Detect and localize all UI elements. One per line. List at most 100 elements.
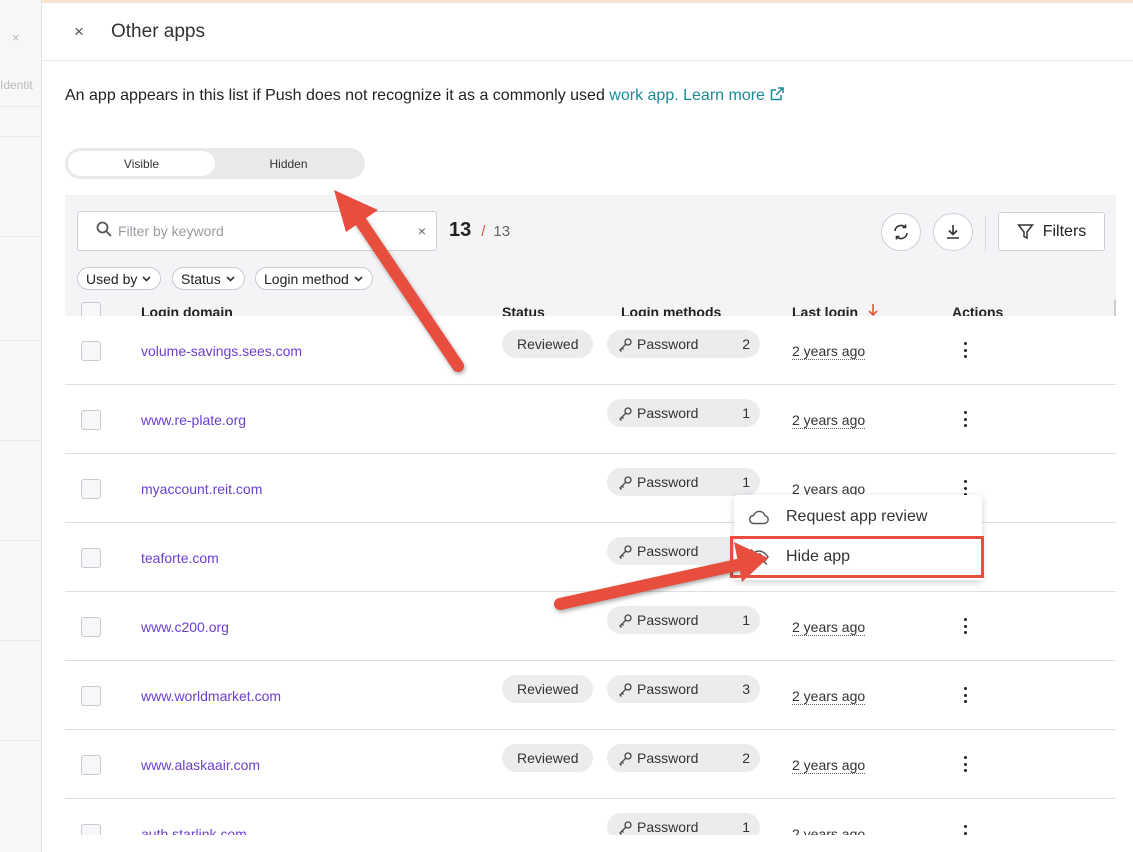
last-login-value: 2 years ago (792, 343, 866, 360)
row-checkbox[interactable] (81, 824, 101, 835)
method-count: 1 (742, 612, 750, 628)
search-box: × (77, 211, 437, 251)
background-divider (0, 440, 41, 441)
download-button[interactable] (933, 213, 973, 251)
last-login-value: 2 years ago (792, 688, 866, 705)
search-input[interactable] (118, 223, 418, 239)
row-checkbox[interactable] (81, 686, 101, 706)
count-total: 13 (493, 223, 511, 240)
login-method-pill: Password 1 (607, 399, 760, 427)
chevron-down-icon (142, 276, 151, 282)
key-icon (619, 820, 632, 835)
filter-icon (1016, 224, 1034, 240)
tab-hidden[interactable]: Hidden (215, 151, 362, 176)
method-count: 1 (742, 819, 750, 835)
more-actions-icon[interactable] (962, 480, 968, 496)
more-actions-icon[interactable] (962, 411, 968, 427)
method-count: 2 (742, 336, 750, 352)
background-divider (0, 740, 41, 741)
work-app-link[interactable]: work app. (609, 87, 678, 104)
description-text: An app appears in this list if Push does… (65, 87, 610, 104)
login-method-pill: Password 1 (607, 813, 760, 835)
more-actions-icon[interactable] (962, 756, 968, 772)
external-link-icon[interactable] (769, 86, 785, 107)
row-checkbox[interactable] (81, 479, 101, 499)
clear-search-icon[interactable]: × (418, 223, 426, 239)
menu-item-request-review[interactable]: Request app review (734, 499, 982, 535)
background-page: × Identit (0, 0, 42, 852)
cloud-icon (748, 510, 769, 525)
refresh-button[interactable] (881, 213, 921, 251)
refresh-icon (894, 224, 908, 240)
table-row[interactable]: www.alaskaair.com Reviewed Password 2 2 y… (65, 730, 1116, 799)
count-shown: 13 (449, 219, 472, 241)
method-label: Password (637, 681, 699, 697)
background-divider (0, 540, 41, 541)
tab-visible[interactable]: Visible (68, 151, 215, 176)
filters-button[interactable]: Filters (998, 212, 1105, 251)
chip-used-by[interactable]: Used by (77, 267, 162, 290)
filters-label: Filters (1042, 222, 1087, 240)
more-actions-icon[interactable] (962, 342, 968, 358)
row-domain-link[interactable]: www.alaskaair.com (141, 757, 260, 773)
last-login-value: 2 years ago (792, 757, 866, 774)
chip-label: Login method (264, 270, 349, 287)
row-domain-link[interactable]: auth.starlink.com (141, 826, 247, 835)
table-row[interactable]: auth.starlink.com Password 1 2 years ago (65, 799, 1116, 835)
menu-item-hide-app[interactable]: Hide app (730, 536, 984, 578)
background-close-icon: × (12, 30, 20, 45)
search-icon (96, 221, 112, 242)
status-badge: Reviewed (502, 330, 594, 358)
row-checkbox[interactable] (81, 548, 101, 568)
background-divider (0, 136, 41, 137)
key-icon (619, 751, 632, 766)
visibility-toggle: Visible Hidden (65, 148, 365, 179)
method-label: Password (637, 819, 699, 835)
row-checkbox[interactable] (81, 410, 101, 430)
chip-login-method[interactable]: Login method (255, 267, 373, 290)
more-actions-icon[interactable] (962, 825, 968, 835)
chip-status[interactable]: Status (172, 267, 245, 290)
status-badge: Reviewed (502, 675, 594, 703)
panel-title: Other apps (111, 20, 205, 42)
status-badge: Reviewed (502, 744, 594, 772)
menu-item-label: Hide app (786, 548, 851, 565)
more-actions-icon[interactable] (962, 687, 968, 703)
table-row[interactable]: www.worldmarket.com Reviewed Password 3 2… (65, 661, 1116, 730)
row-checkbox[interactable] (81, 755, 101, 775)
table-row[interactable]: volume-savings.sees.com Reviewed Passwor… (65, 316, 1116, 385)
method-label: Password (637, 405, 699, 421)
row-domain-link[interactable]: www.re-plate.org (141, 412, 246, 428)
row-checkbox[interactable] (81, 617, 101, 637)
more-actions-icon[interactable] (962, 618, 968, 634)
row-actions-menu: Request app review Hide app (730, 495, 984, 580)
eye-off-icon (749, 548, 769, 566)
key-icon (619, 682, 632, 697)
close-icon[interactable]: × (72, 22, 86, 42)
method-label: Password (637, 543, 699, 559)
last-login-value: 2 years ago (792, 619, 866, 636)
key-icon (619, 406, 632, 421)
key-icon (619, 337, 632, 352)
login-method-pill: Password 3 (607, 675, 760, 703)
row-domain-link[interactable]: www.worldmarket.com (141, 688, 281, 704)
row-domain-link[interactable]: www.c200.org (141, 619, 229, 635)
login-method-pill: Password 2 (607, 330, 760, 358)
method-count: 1 (742, 405, 750, 421)
row-checkbox[interactable] (81, 341, 101, 361)
table-row[interactable]: www.c200.org Password 1 2 years ago (65, 592, 1116, 661)
background-divider (0, 340, 41, 341)
count-separator: / (481, 223, 486, 240)
row-domain-link[interactable]: volume-savings.sees.com (141, 343, 302, 359)
row-domain-link[interactable]: teaforte.com (141, 550, 219, 566)
key-icon (619, 544, 632, 559)
login-method-pill: Password 2 (607, 744, 760, 772)
panel-header: × Other apps (42, 3, 1133, 61)
chevron-down-icon (226, 276, 235, 282)
last-login-value: 2 years ago (792, 826, 865, 835)
table-row[interactable]: www.re-plate.org Password 1 2 years ago (65, 385, 1116, 454)
row-domain-link[interactable]: myaccount.reit.com (141, 481, 262, 497)
panel-description: An app appears in this list if Push does… (65, 86, 785, 107)
method-count: 2 (742, 750, 750, 766)
learn-more-link[interactable]: Learn more (683, 87, 765, 104)
